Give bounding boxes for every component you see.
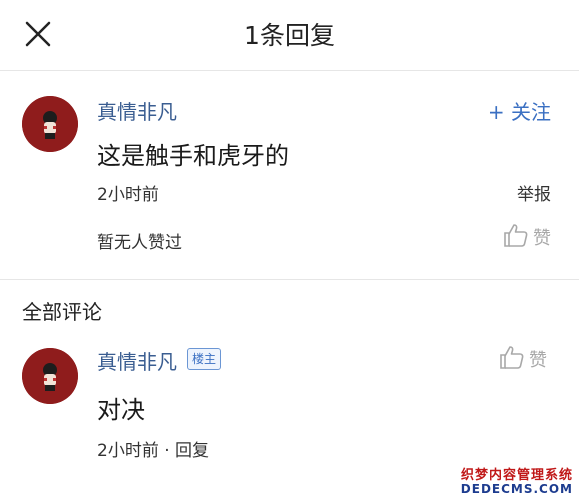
watermark-line1: 织梦内容管理系统 xyxy=(460,467,573,483)
comment-meta: 2小时前 · 回复 xyxy=(97,436,209,461)
comment-timestamp: 2小时前 xyxy=(97,441,159,461)
watermark-line2: DEDECMS.COM xyxy=(460,481,573,496)
like-button[interactable]: 赞 xyxy=(503,222,551,252)
header-bar: 1条回复 xyxy=(0,0,579,71)
avatar[interactable] xyxy=(22,348,78,404)
comment-like-button[interactable]: 赞 xyxy=(499,344,547,374)
op-badge: 楼主 xyxy=(187,348,222,370)
thumbs-up-icon xyxy=(503,222,529,252)
section-divider xyxy=(0,279,579,280)
reply-button[interactable]: 回复 xyxy=(175,441,209,461)
no-likes-text: 暂无人赞过 xyxy=(97,233,182,253)
post-content: 这是触手和虎牙的 xyxy=(97,142,289,170)
report-button[interactable]: 举报 xyxy=(517,180,551,205)
comment-content: 对决 xyxy=(97,396,145,424)
username[interactable]: 真情非凡 xyxy=(97,96,177,125)
avatar[interactable] xyxy=(22,96,78,152)
section-title: 全部评论 xyxy=(22,300,102,324)
post-timestamp: 2小时前 xyxy=(97,185,159,205)
comment-username[interactable]: 真情非凡 xyxy=(97,346,177,375)
like-label: 赞 xyxy=(533,228,551,249)
thumbs-up-icon xyxy=(499,344,525,374)
page-title: 1条回复 xyxy=(244,21,335,50)
follow-button[interactable]: + 关注 xyxy=(488,96,551,125)
like-label: 赞 xyxy=(529,350,547,371)
meta-separator: · xyxy=(164,441,170,461)
watermark: 织梦内容管理系统 DEDECMS.COM xyxy=(460,467,573,496)
